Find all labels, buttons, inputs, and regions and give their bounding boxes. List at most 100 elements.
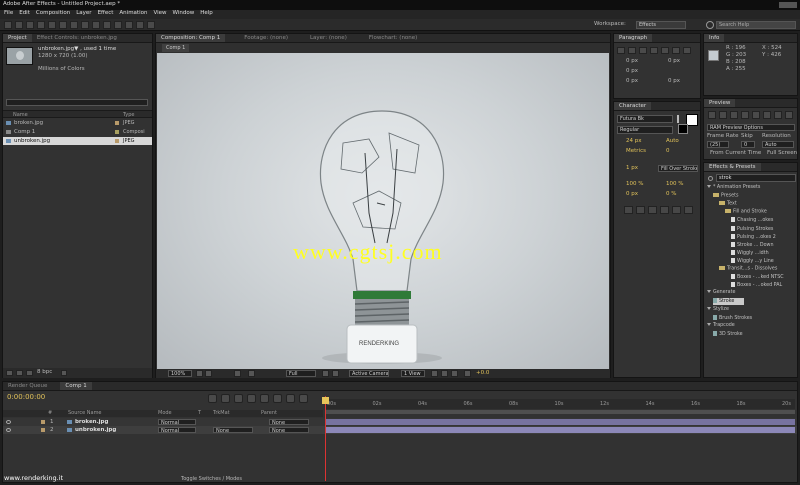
menu-effect[interactable]: Effect — [98, 10, 114, 19]
flowchart-button[interactable] — [451, 370, 458, 377]
project-item[interactable]: Comp 1 Composi — [3, 128, 152, 136]
pen-tool-icon[interactable] — [81, 21, 89, 29]
search-icon[interactable] — [706, 21, 714, 29]
project-item[interactable]: broken.jpg JPEG — [3, 119, 152, 127]
menu-edit[interactable]: Edit — [19, 10, 30, 19]
effects-tree-item[interactable]: Generate — [707, 290, 735, 296]
tab-paragraph[interactable]: Paragraph — [614, 34, 653, 42]
magnification-select[interactable]: 100% — [168, 370, 192, 377]
exposure-value[interactable]: +0.0 — [476, 370, 489, 377]
all-caps-button[interactable] — [648, 206, 657, 214]
indent-right[interactable]: 0 px — [668, 58, 680, 65]
effects-tree-item[interactable]: Chasing ...okes — [731, 217, 773, 224]
effects-search-input[interactable]: strok — [716, 174, 796, 182]
effects-tree-item[interactable]: Boxes - ...oked PAL — [731, 282, 782, 289]
bpc-label[interactable]: 8 bpc — [37, 369, 52, 376]
first-frame-icon[interactable] — [708, 111, 716, 119]
align-right-icon[interactable] — [639, 47, 647, 54]
effects-tree-item[interactable]: Wiggly ...y Line — [731, 257, 774, 265]
indent-left[interactable]: 0 px — [626, 58, 638, 65]
menu-composition[interactable]: Composition — [36, 10, 70, 19]
menu-file[interactable]: File — [4, 10, 13, 19]
faux-italic-button[interactable] — [636, 206, 645, 214]
views-select[interactable]: 1 View — [401, 370, 425, 377]
fast-preview-button[interactable] — [431, 370, 438, 377]
justify-all-icon[interactable] — [683, 47, 691, 54]
selection-tool-icon[interactable] — [4, 21, 12, 29]
play-icon[interactable] — [730, 111, 738, 119]
brainstorm-icon[interactable] — [273, 394, 282, 403]
align-left-icon[interactable] — [617, 47, 625, 54]
tab-comp1-timeline[interactable]: Comp 1 — [60, 382, 92, 390]
workspace-select[interactable]: Effects — [636, 21, 686, 29]
tab-render-queue[interactable]: Render Queue — [3, 382, 52, 390]
roi-button[interactable] — [322, 370, 329, 377]
show-channel-button[interactable] — [248, 370, 255, 377]
search-help-input[interactable]: Search Help — [716, 21, 796, 29]
new-comp-button[interactable] — [26, 370, 33, 376]
grid-button[interactable] — [205, 370, 212, 377]
indent-first[interactable]: 0 px — [626, 68, 638, 75]
pan-behind-tool-icon[interactable] — [59, 21, 67, 29]
tab-project[interactable]: Project — [3, 34, 32, 42]
justify-last-left-icon[interactable] — [650, 47, 658, 54]
tracking[interactable]: 0 — [666, 148, 670, 155]
tab-info[interactable]: Info — [704, 34, 725, 42]
comp-subtab[interactable]: Comp 1 — [162, 44, 190, 52]
eye-icon[interactable] — [6, 428, 11, 432]
rectangle-mask-tool-icon[interactable] — [70, 21, 78, 29]
hide-shy-layers-icon[interactable] — [234, 394, 243, 403]
trkmat-select[interactable]: None — [213, 427, 253, 433]
zoom-tool-icon[interactable] — [26, 21, 34, 29]
mode-select[interactable]: Normal — [158, 427, 196, 433]
tab-effects-presets[interactable]: Effects & Presets — [704, 163, 761, 171]
eye-icon[interactable] — [6, 420, 11, 424]
interpret-footage-button[interactable] — [6, 370, 13, 376]
font-family-select[interactable]: Futura Bk — [617, 115, 673, 123]
skip-select[interactable]: 0 — [741, 141, 755, 148]
project-search-input[interactable] — [6, 99, 148, 106]
effects-tree-item[interactable]: Brush Strokes — [713, 314, 752, 322]
layer-duration-bar[interactable] — [325, 427, 795, 433]
project-item[interactable]: unbroken.jpg JPEG — [3, 137, 152, 145]
effects-tree-item[interactable]: Presets — [713, 193, 738, 200]
effects-tree-item[interactable]: Stroke ... Down — [731, 241, 774, 249]
resolution-select-preview[interactable]: Auto — [762, 141, 794, 148]
effects-tree-item[interactable]: Stylize — [707, 306, 729, 313]
snapshot-icon[interactable] — [234, 370, 241, 377]
space-after[interactable]: 0 px — [668, 78, 680, 85]
reset-exposure-button[interactable] — [464, 370, 471, 377]
effects-tree-item[interactable]: Boxes - ...ked NTSC — [731, 274, 784, 281]
tab-layer[interactable]: Layer: (none) — [305, 34, 352, 42]
menu-help[interactable]: Help — [200, 10, 213, 19]
loop-icon[interactable] — [774, 111, 782, 119]
frame-rate-select[interactable]: (25) — [707, 141, 729, 148]
justify-last-center-icon[interactable] — [661, 47, 669, 54]
parent-select[interactable]: None — [269, 427, 309, 433]
effects-tree-item[interactable]: Transit...s - Dissolves — [719, 266, 777, 273]
timeline-button[interactable] — [441, 370, 448, 377]
motion-blur-icon[interactable] — [260, 394, 269, 403]
last-frame-icon[interactable] — [752, 111, 760, 119]
vertical-scale[interactable]: 100 % — [626, 181, 643, 188]
effects-tree-item[interactable]: Text — [719, 201, 737, 208]
effects-tree-item[interactable]: * Animation Presets — [707, 185, 760, 191]
subscript-button[interactable] — [684, 206, 693, 214]
superscript-button[interactable] — [672, 206, 681, 214]
tab-composition[interactable]: Composition: Comp 1 — [156, 34, 226, 42]
puppet-pin-tool-icon[interactable] — [147, 21, 155, 29]
tab-footage[interactable]: Footage: (none) — [239, 34, 293, 42]
effects-tree-item[interactable]: Pulsing Strokes — [731, 225, 773, 233]
tab-flowchart[interactable]: Flowchart: (none) — [364, 34, 422, 42]
menu-view[interactable]: View — [153, 10, 166, 19]
menu-animation[interactable]: Animation — [119, 10, 147, 19]
stroke-color-swatch[interactable] — [678, 124, 688, 134]
baseline-shift[interactable]: 0 px — [626, 191, 638, 198]
eyedropper-icon[interactable] — [677, 115, 683, 123]
type-tool-icon[interactable] — [92, 21, 100, 29]
cti-handle[interactable] — [322, 397, 329, 404]
roto-brush-tool-icon[interactable] — [136, 21, 144, 29]
layer-row[interactable]: 1 broken.jpg Normal None — [3, 418, 797, 426]
from-current-time-checkbox[interactable]: From Current Time — [710, 150, 761, 157]
menu-window[interactable]: Window — [173, 10, 195, 19]
